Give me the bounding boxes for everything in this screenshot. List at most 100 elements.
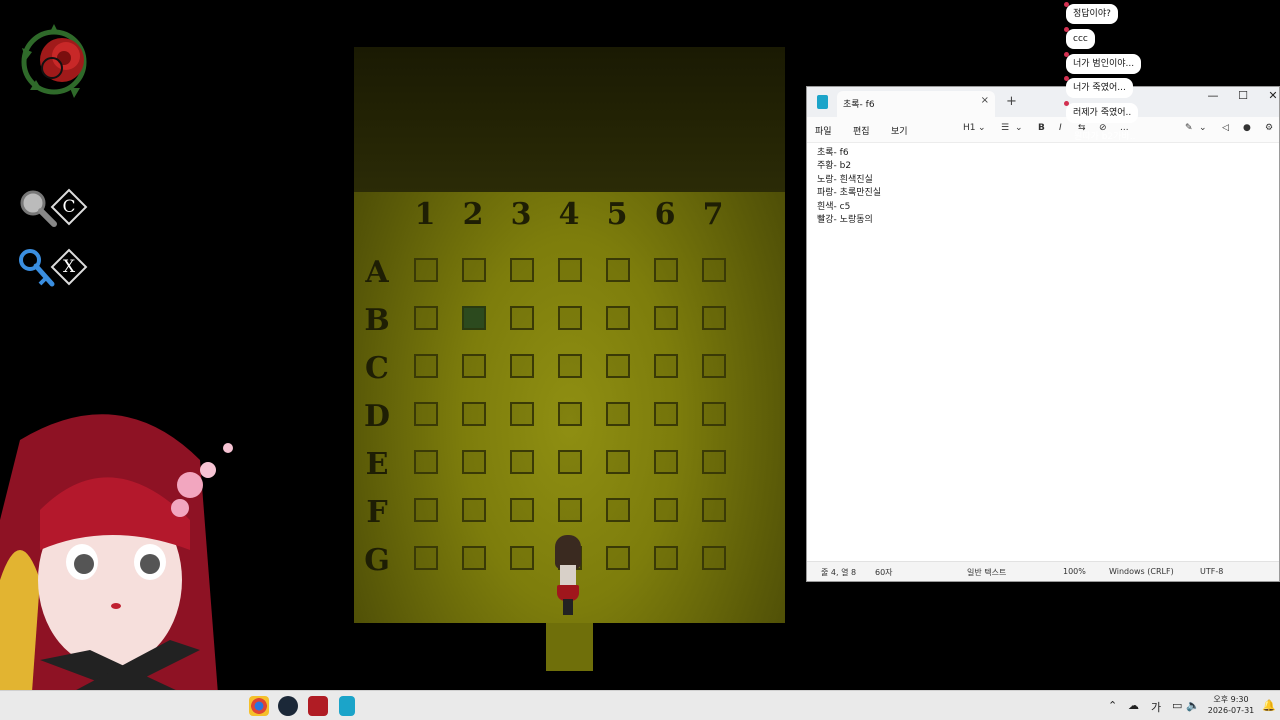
text-format[interactable]: 일반 텍스트 [967, 567, 1006, 578]
floor-tile-G6 [654, 546, 678, 570]
zoom-level[interactable]: 100% [1063, 567, 1086, 576]
heading-dropdown[interactable]: H1 [963, 123, 976, 133]
notepad-window[interactable]: 초록- f6 × + — ☐ ✕ 파일 편집 보기 H1 ⌄ ☰ ⌄ B I ⇆… [806, 86, 1280, 582]
chevron-down-icon[interactable]: ⌄ [1015, 123, 1023, 133]
network-status-icon[interactable]: ☁ [1128, 699, 1139, 712]
tab-close-icon[interactable]: × [981, 95, 989, 106]
row-label: F [366, 495, 388, 530]
ime-indicator[interactable]: 가 [1151, 699, 1161, 715]
room-back-wall [354, 47, 785, 192]
floor-tile-D7 [702, 402, 726, 426]
tab-title: 초록- f6 [843, 100, 875, 110]
floor-tile-G1 [414, 546, 438, 570]
tab-document[interactable]: 초록- f6 × [837, 91, 995, 117]
row-label: B [364, 303, 390, 338]
floor-tile-D1 [414, 402, 438, 426]
chevron-down-icon[interactable]: ⌄ [1199, 123, 1207, 133]
menu-edit[interactable]: 편집 [853, 124, 870, 137]
system-clock[interactable]: 오후 9:30 2026-07-31 [1206, 694, 1256, 716]
steam-icon[interactable] [278, 696, 298, 716]
notepad-taskbar-icon[interactable] [339, 696, 355, 716]
line-ending[interactable]: Windows (CRLF) [1109, 567, 1174, 576]
column-label: 4 [558, 197, 580, 232]
bold-button[interactable]: B [1038, 123, 1045, 133]
floor-tile-A5 [606, 258, 630, 282]
chrome-icon[interactable] [249, 696, 269, 716]
floor-tile-C1 [414, 354, 438, 378]
floor-tile-B5 [606, 306, 630, 330]
minimize-button[interactable]: — [1198, 87, 1228, 107]
player-character [553, 535, 583, 617]
column-label: 7 [702, 197, 724, 232]
floor-tile-G2 [462, 546, 486, 570]
text-line: 흰색- c5 [817, 201, 851, 212]
taskbar: ⌃ ☁ 가 ▭ 🔈 오후 9:30 2026-07-31 🔔 [0, 690, 1280, 720]
account-icon[interactable]: ● [1243, 123, 1251, 133]
notepad-statusbar: 줄 4, 열 8 60자 일반 텍스트 100% Windows (CRLF) … [807, 561, 1279, 581]
chat-message: 너가 범인이야... [1063, 52, 1142, 74]
chat-message: 러제가 죽였어.. [1063, 101, 1139, 123]
copilot-icon[interactable]: ✎ [1185, 123, 1193, 133]
show-hidden-icons-icon[interactable]: ⌃ [1108, 699, 1117, 712]
row-label: A [365, 255, 389, 290]
notification-icon[interactable]: 🔔 [1262, 699, 1276, 712]
floor-tile-F6 [654, 498, 678, 522]
column-label: 3 [510, 197, 532, 232]
chat-message: ccc [1064, 27, 1095, 49]
menu-file[interactable]: 파일 [815, 124, 832, 137]
notepad-text-area[interactable]: 초록- f6 주황- b2 노랑- 흰색진실 파랑- 초록만진실 흰색- c5 … [817, 147, 1257, 227]
floor-tile-A2 [462, 258, 486, 282]
row-label: G [364, 543, 390, 578]
floor-tile-A7 [702, 258, 726, 282]
floor-tile-F7 [702, 498, 726, 522]
floor-tile-E7 [702, 450, 726, 474]
character-count: 60자 [875, 568, 893, 577]
notepad-menubar: 파일 편집 보기 H1 ⌄ ☰ ⌄ B I ⇆ ⊘ ... ✎ ⌄ ◁ ● ⚙ [807, 117, 1279, 143]
column-label: 1 [414, 197, 436, 232]
floor-tile-E4 [558, 450, 582, 474]
floor-tile-B6 [654, 306, 678, 330]
floor-tile-F5 [606, 498, 630, 522]
encoding[interactable]: UTF-8 [1200, 567, 1223, 576]
floor-tile-C5 [606, 354, 630, 378]
floor-tile-A6 [654, 258, 678, 282]
character-body [560, 565, 576, 587]
floor-tile-A3 [510, 258, 534, 282]
floor-tile-E1 [414, 450, 438, 474]
row-label: C [365, 351, 389, 386]
floor-tile-D2 [462, 402, 486, 426]
new-tab-button[interactable]: + [1006, 94, 1017, 109]
game-app-icon[interactable] [308, 696, 328, 716]
column-label: 2 [462, 197, 484, 232]
clock-date: 2026-07-31 [1207, 706, 1255, 715]
close-window-button[interactable]: ✕ [1258, 87, 1280, 107]
floor-tile-G3 [510, 546, 534, 570]
floor-tile-G7 [702, 546, 726, 570]
floor-tile-F1 [414, 498, 438, 522]
screen-icon[interactable]: ▭ [1172, 699, 1182, 712]
gear-icon[interactable]: ⚙ [1265, 123, 1273, 133]
list-icon[interactable]: ☰ [1001, 123, 1009, 133]
floor-tile-B1 [414, 306, 438, 330]
screen: 1 2 3 4 5 6 7 A B C D E F G C X 초록- f6 ×… [0, 0, 1280, 720]
floor-tile-B3 [510, 306, 534, 330]
chevron-down-icon[interactable]: ⌄ [978, 123, 986, 133]
column-label: 6 [654, 197, 676, 232]
inspect-hint: C [18, 186, 90, 230]
row-label: D [363, 399, 390, 434]
floor-tile-D6 [654, 402, 678, 426]
chat-message: 정답이야? [1064, 2, 1118, 24]
floor-tile-E3 [510, 450, 534, 474]
notepad-titlebar[interactable]: 초록- f6 × + — ☐ ✕ [807, 87, 1279, 117]
floor-tile-D4 [558, 402, 582, 426]
maximize-button[interactable]: ☐ [1228, 87, 1258, 107]
floor-tile-E5 [606, 450, 630, 474]
chat-message: 원따가 b2가바.. [1074, 132, 1136, 142]
floor-tile-B7 [702, 306, 726, 330]
menu-view[interactable]: 보기 [891, 124, 908, 137]
announcement-icon[interactable]: ◁ [1222, 123, 1229, 133]
text-line: 빨강- 노랑동의 [817, 215, 873, 226]
volume-icon[interactable]: 🔈 [1186, 699, 1200, 712]
italic-button[interactable]: I [1059, 123, 1062, 133]
floor-tile-G5 [606, 546, 630, 570]
